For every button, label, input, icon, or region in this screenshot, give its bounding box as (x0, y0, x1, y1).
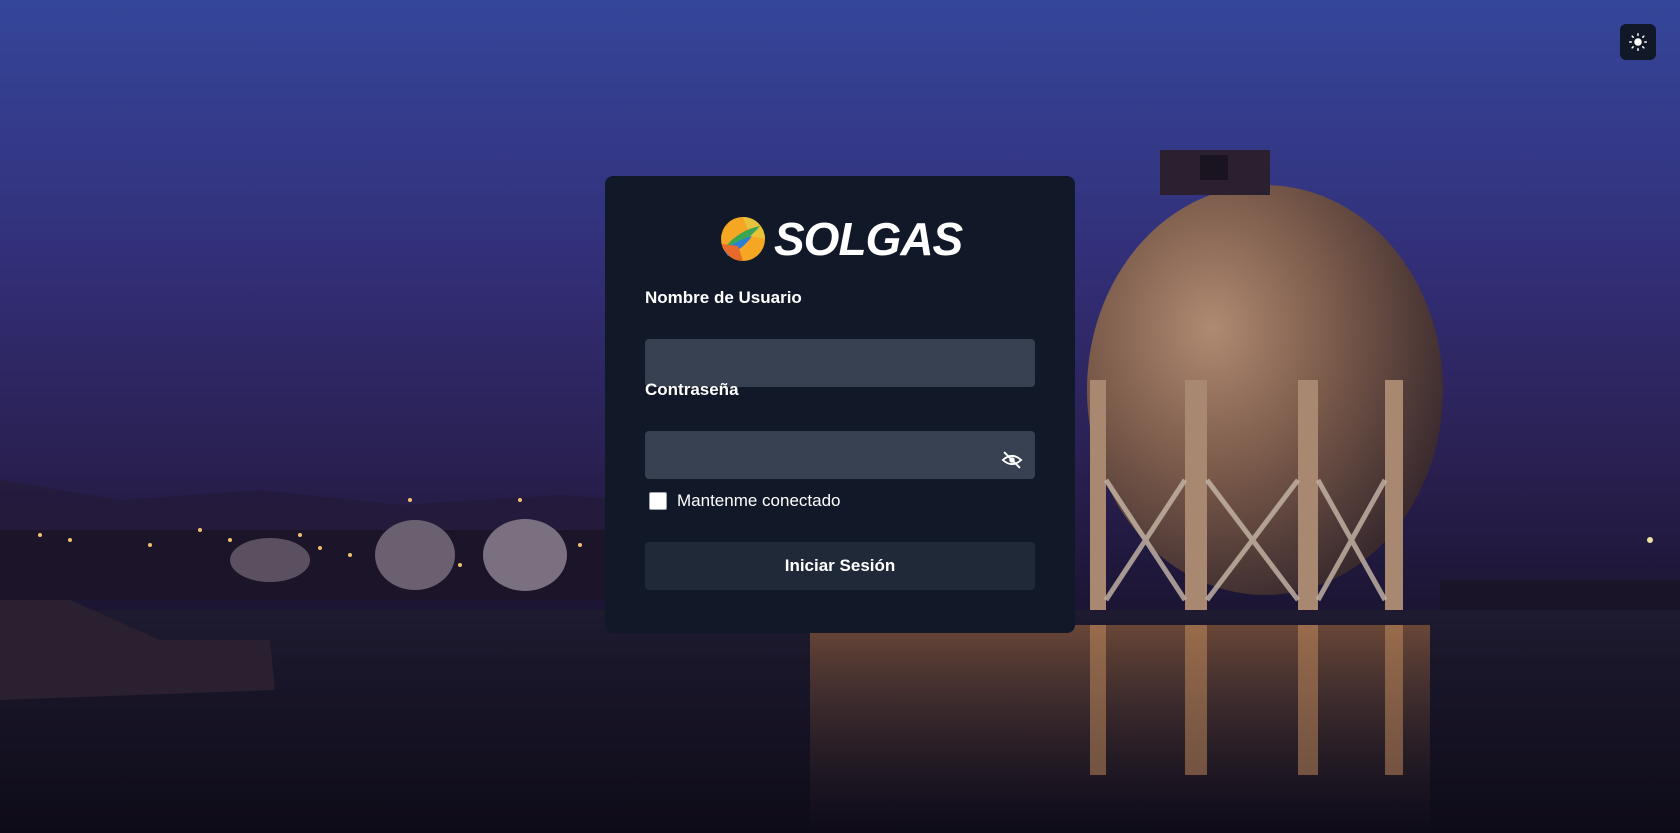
remember-me-checkbox[interactable] (649, 492, 667, 510)
password-input[interactable] (645, 431, 1035, 479)
password-visibility-toggle[interactable] (997, 445, 1027, 475)
login-card: SOLGAS Nombre de Usuario Contraseña Mant… (605, 176, 1075, 633)
remember-me-label: Mantenme conectado (677, 491, 841, 510)
sun-icon (1629, 33, 1647, 51)
eye-off-icon (1001, 451, 1023, 469)
brand-name: SOLGAS (774, 213, 963, 265)
login-button[interactable]: Iniciar Sesión (645, 542, 1035, 590)
password-label: Contraseña (645, 380, 739, 399)
solgas-logo-icon (721, 217, 765, 261)
brand-logo: SOLGAS (720, 213, 963, 265)
username-label: Nombre de Usuario (645, 288, 802, 307)
remember-me: Mantenme conectado (649, 491, 841, 511)
theme-toggle-button[interactable] (1620, 24, 1656, 60)
